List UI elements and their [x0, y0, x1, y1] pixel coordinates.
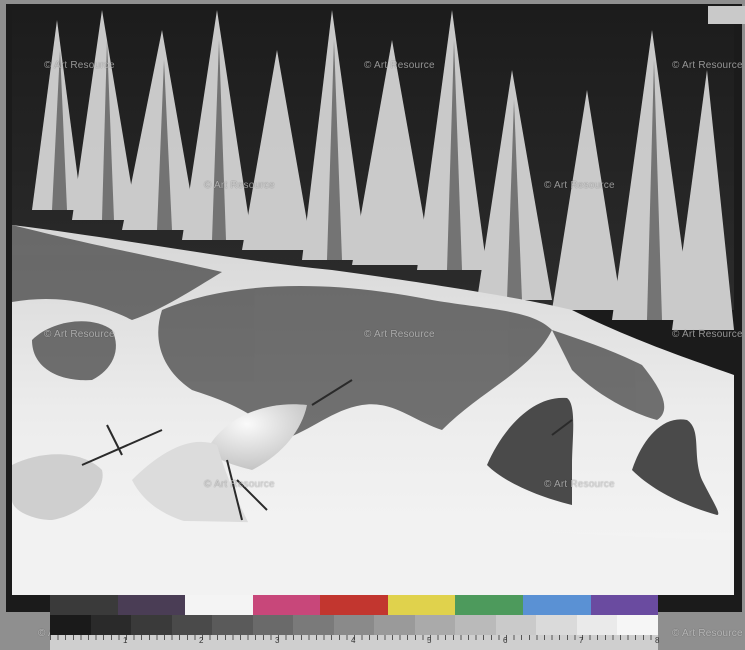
- gray-swatch: [333, 615, 375, 635]
- gray-scale-bar: [50, 615, 658, 635]
- ruler-number: 4: [351, 636, 356, 645]
- gray-swatch: [414, 615, 456, 635]
- color-swatch: [50, 595, 118, 615]
- color-swatch: [590, 595, 659, 615]
- gray-swatch: [212, 615, 253, 635]
- color-swatch: [387, 595, 456, 615]
- color-swatch: [455, 595, 523, 615]
- watermark: © Art Resource: [364, 60, 435, 71]
- color-swatch: [252, 595, 321, 615]
- watermark: © Art Resource: [364, 329, 435, 340]
- gray-swatch: [50, 615, 91, 635]
- watermark: © Art Resource: [544, 479, 615, 490]
- gray-swatch: [252, 615, 294, 635]
- color-swatch: [185, 595, 253, 615]
- photo-illustration: [12, 10, 734, 595]
- gray-swatch: [495, 615, 537, 635]
- gray-swatch: [617, 615, 658, 635]
- watermark: © Art Resource: [544, 180, 615, 191]
- watermark: © Art Resource: [44, 329, 115, 340]
- ruler-number: 2: [199, 636, 204, 645]
- color-swatch: [522, 595, 591, 615]
- snow-forest-photo: [12, 10, 734, 595]
- gray-swatch: [131, 615, 172, 635]
- watermark: © Art Resource: [672, 60, 743, 71]
- ruler-number: 3: [275, 636, 280, 645]
- ruler-number: 8: [655, 636, 660, 645]
- gray-swatch: [455, 615, 496, 635]
- gray-swatch: [293, 615, 334, 635]
- gray-swatch: [536, 615, 577, 635]
- gray-swatch: [171, 615, 213, 635]
- color-calibration-bar: [50, 595, 659, 615]
- corner-card: [708, 6, 745, 24]
- color-swatch: [320, 595, 388, 615]
- scan-frame: © Art Resource © Art Resource © Art Reso…: [0, 0, 745, 650]
- color-swatch: [117, 595, 186, 615]
- gray-swatch: [576, 615, 618, 635]
- gray-swatch: [90, 615, 132, 635]
- ruler-number: 5: [427, 636, 432, 645]
- gray-swatch: [374, 615, 415, 635]
- ruler-number: 7: [579, 636, 584, 645]
- ruler-number: 1: [123, 636, 128, 645]
- ruler-number: 6: [503, 636, 508, 645]
- watermark: © Art Resource: [44, 60, 115, 71]
- watermark: © Art Resource: [204, 479, 275, 490]
- watermark: © Art Resource: [672, 628, 743, 639]
- watermark: © Art Resource: [204, 180, 275, 191]
- watermark: © Art Resource: [672, 329, 743, 340]
